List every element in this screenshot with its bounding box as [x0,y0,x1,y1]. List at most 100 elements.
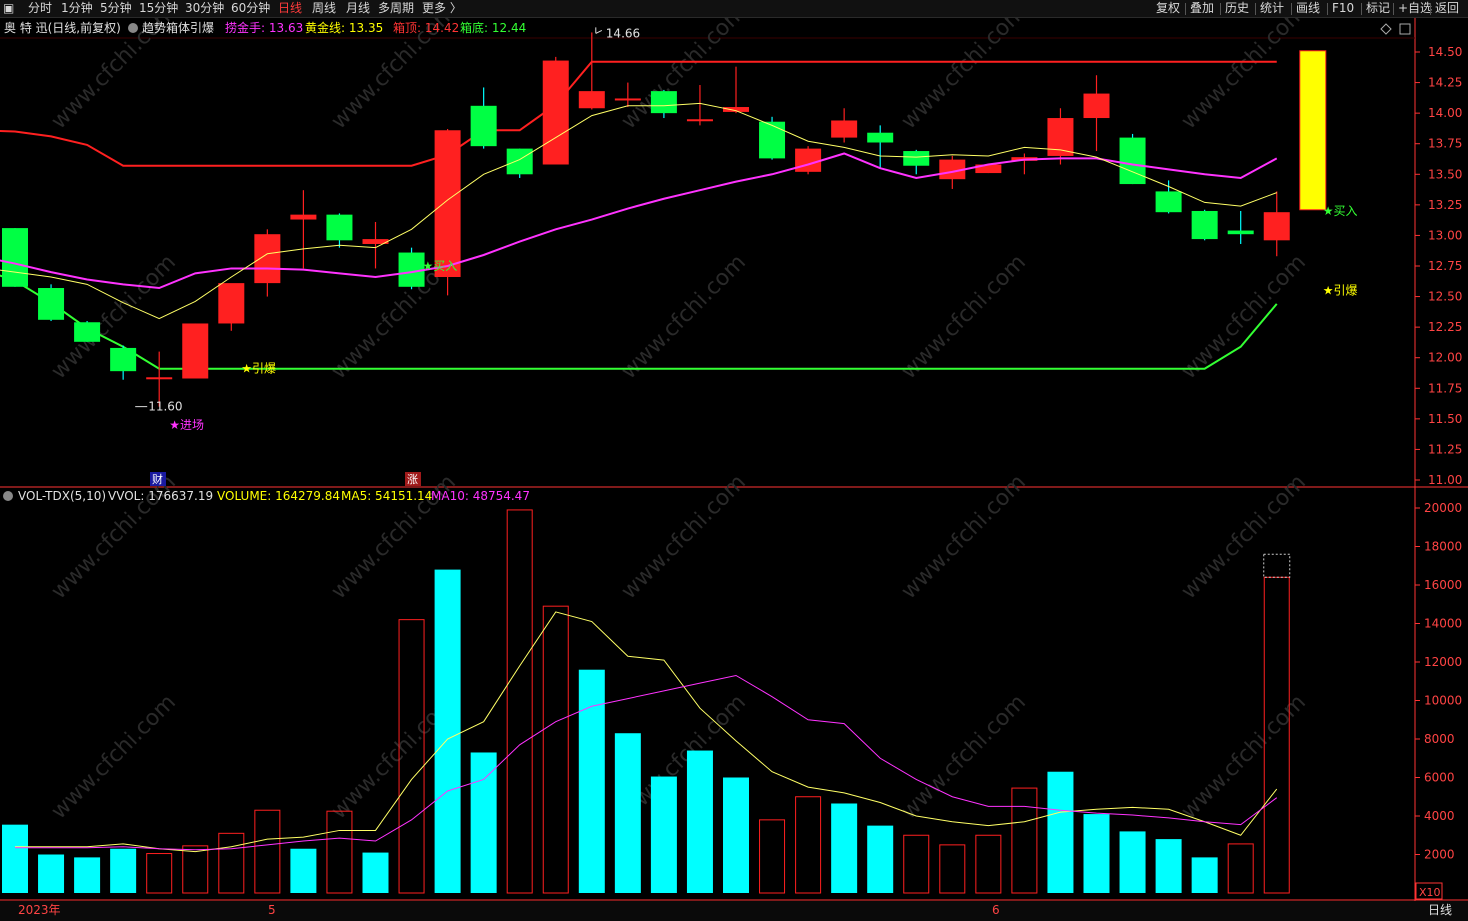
candle-body [38,288,65,320]
candle-body [831,120,858,138]
toolbar-separator [1255,3,1256,15]
x-axis-label-may: 5 [268,903,276,917]
volume-bar [1119,831,1146,893]
price-tick-label: 12.75 [1428,259,1462,273]
diamond-icon [1380,23,1392,35]
candle-body [146,377,173,380]
tab-1min[interactable]: 1分钟 [61,1,93,16]
volume-indicator-value: MA10: 48754.47 [431,489,530,503]
volume-bar [686,750,713,893]
toolbar-fanhui-button[interactable]: 返回 [1435,1,1459,16]
toolbar-f10-button[interactable]: F10 [1332,1,1354,16]
toolbar-separator [1393,3,1394,15]
tab-week[interactable]: 周线 [312,1,336,16]
candle-body [290,214,317,220]
entry-signal-label: ★进场 [169,418,204,432]
candle-body [1191,210,1218,240]
period-toolbar: ▣ 分时 1分钟 5分钟 15分钟 30分钟 60分钟 日线 周线 月线 多周期 更多 〉 复权 叠加 历史… [0,0,1468,18]
ignite-signal-label: ★引爆 [241,362,276,376]
toolbar-separator [1327,3,1328,15]
candle-body [686,119,713,122]
volume-tick-label: 18000 [1424,540,1462,554]
volume-bar [362,852,389,893]
volume-bar [578,669,605,893]
candle-body [867,132,894,143]
volume-tick-label: 4000 [1424,809,1455,823]
volume-tick-label: 10000 [1424,694,1462,708]
candle-body [1299,50,1327,211]
candle-body [182,323,209,379]
indicator-value: 捞金手: 13.63 [225,20,303,35]
price-tick-label: 13.00 [1428,228,1462,242]
toolbar-separator [1185,3,1186,15]
price-tick-label: 13.75 [1428,137,1462,151]
volume-bar [434,569,461,893]
candle-body [1227,230,1254,235]
low-price-label: 11.60 [148,400,182,414]
indicator-value: 箱顶: 14.42 [393,20,459,35]
volume-bar [650,776,677,893]
volume-bar [218,832,245,894]
high-price-label: 14.66 [606,26,640,40]
maximize-icon[interactable] [1399,23,1411,35]
tab-more[interactable]: 更多 〉 [422,1,462,16]
watermark: www.cfchi.com [1177,18,1311,134]
price-tick-label: 14.00 [1428,106,1462,120]
volume-bar [290,848,317,893]
volume-bar [1155,839,1182,893]
volume-bar [38,854,65,893]
volume-bar [975,834,1002,894]
volume-bar [723,777,749,893]
watermark: www.cfchi.com [1177,690,1311,824]
toolbar-lishi-button[interactable]: 历史 [1225,1,1249,16]
toolbar-huaxian-button[interactable]: 画线 [1296,1,1320,16]
period-label[interactable]: 日线 [1428,903,1452,917]
tab-30min[interactable]: 30分钟 [185,1,224,16]
volume-bar [1227,843,1254,894]
toolbar-diejia-button[interactable]: 叠加 [1190,1,1214,16]
candle-body [506,148,533,175]
candle-body [759,121,786,159]
toolbar-separator [1220,3,1221,15]
volume-tick-label: 12000 [1424,655,1462,669]
x-axis-label-june: 6 [992,903,1000,917]
tab-month[interactable]: 月线 [346,1,370,16]
volume-dropdown-icon[interactable] [3,491,13,501]
tab-15min[interactable]: 15分钟 [139,1,178,16]
volume-bar [542,605,569,894]
candle-body [434,130,461,278]
volume-bar [614,733,641,893]
panel-toggle-icon[interactable]: ▣ [3,1,14,16]
tab-60min[interactable]: 60分钟 [231,1,270,16]
toolbar-fuquan-button[interactable]: 复权 [1156,1,1180,16]
volume-bar [1083,814,1110,893]
tab-5min[interactable]: 5分钟 [100,1,132,16]
tab-day[interactable]: 日线 [278,1,302,16]
buy-signal-label-right: ★买入 [1323,204,1358,218]
volume-bar [506,509,533,894]
volume-bar [110,848,137,893]
price-tick-label: 11.25 [1428,442,1462,456]
buy-signal-label: ★买入 [423,259,458,273]
volume-indicator-value: VOLUME: 164279.84 [217,489,340,503]
tab-fenshi[interactable]: 分时 [28,1,52,16]
indicator-dropdown-icon[interactable] [128,23,138,33]
volume-indicator-value: MA5: 54151.14 [341,489,432,503]
watermark: www.cfchi.com [617,470,751,604]
high-marker [595,27,603,34]
candle-body [218,283,245,324]
toolbar-zixuan-button[interactable]: +自选 [1398,1,1432,16]
watermark: www.cfchi.com [897,250,1031,384]
toolbar-biaoji-button[interactable]: 标记 [1366,1,1390,16]
toolbar-tongji-button[interactable]: 统计 [1260,1,1284,16]
zhang-marker: 涨 [407,473,418,486]
tab-multi[interactable]: 多周期 [378,1,414,16]
watermark: www.cfchi.com [897,18,1031,134]
volume-bar [939,844,966,894]
volume-tick-label: 6000 [1424,771,1455,785]
watermark: www.cfchi.com [327,18,461,134]
volume-bar [1011,787,1038,894]
candle-body [578,91,605,109]
stock-title: 奥 特 迅(日线,前复权) [4,20,121,35]
watermark: www.cfchi.com [1177,470,1311,604]
